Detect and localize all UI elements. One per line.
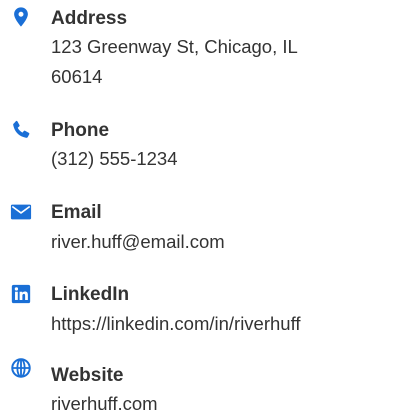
email-label: Email — [51, 202, 102, 223]
address-line-1: 123 Greenway St, Chicago, IL — [51, 36, 298, 57]
website-value[interactable]: riverhuff.com — [51, 389, 386, 419]
address-value: 123 Greenway St, Chicago, IL 60614 — [51, 32, 386, 92]
phone-icon — [10, 119, 32, 141]
map-marker-icon — [10, 6, 32, 28]
globe-icon — [10, 357, 32, 379]
address-label: Address — [51, 8, 128, 29]
linkedin-label: LinkedIn — [51, 284, 130, 305]
linkedin-value[interactable]: https://linkedin.com/in/riverhuff — [51, 309, 386, 339]
phone-value[interactable]: (312) 555-1234 — [51, 144, 386, 174]
website-label: Website — [51, 365, 124, 386]
envelope-icon — [10, 201, 32, 223]
phone-label: Phone — [51, 120, 110, 141]
address-line-2: 60614 — [51, 66, 103, 87]
email-value[interactable]: river.huff@email.com — [51, 227, 386, 257]
linkedin-icon — [10, 283, 32, 305]
